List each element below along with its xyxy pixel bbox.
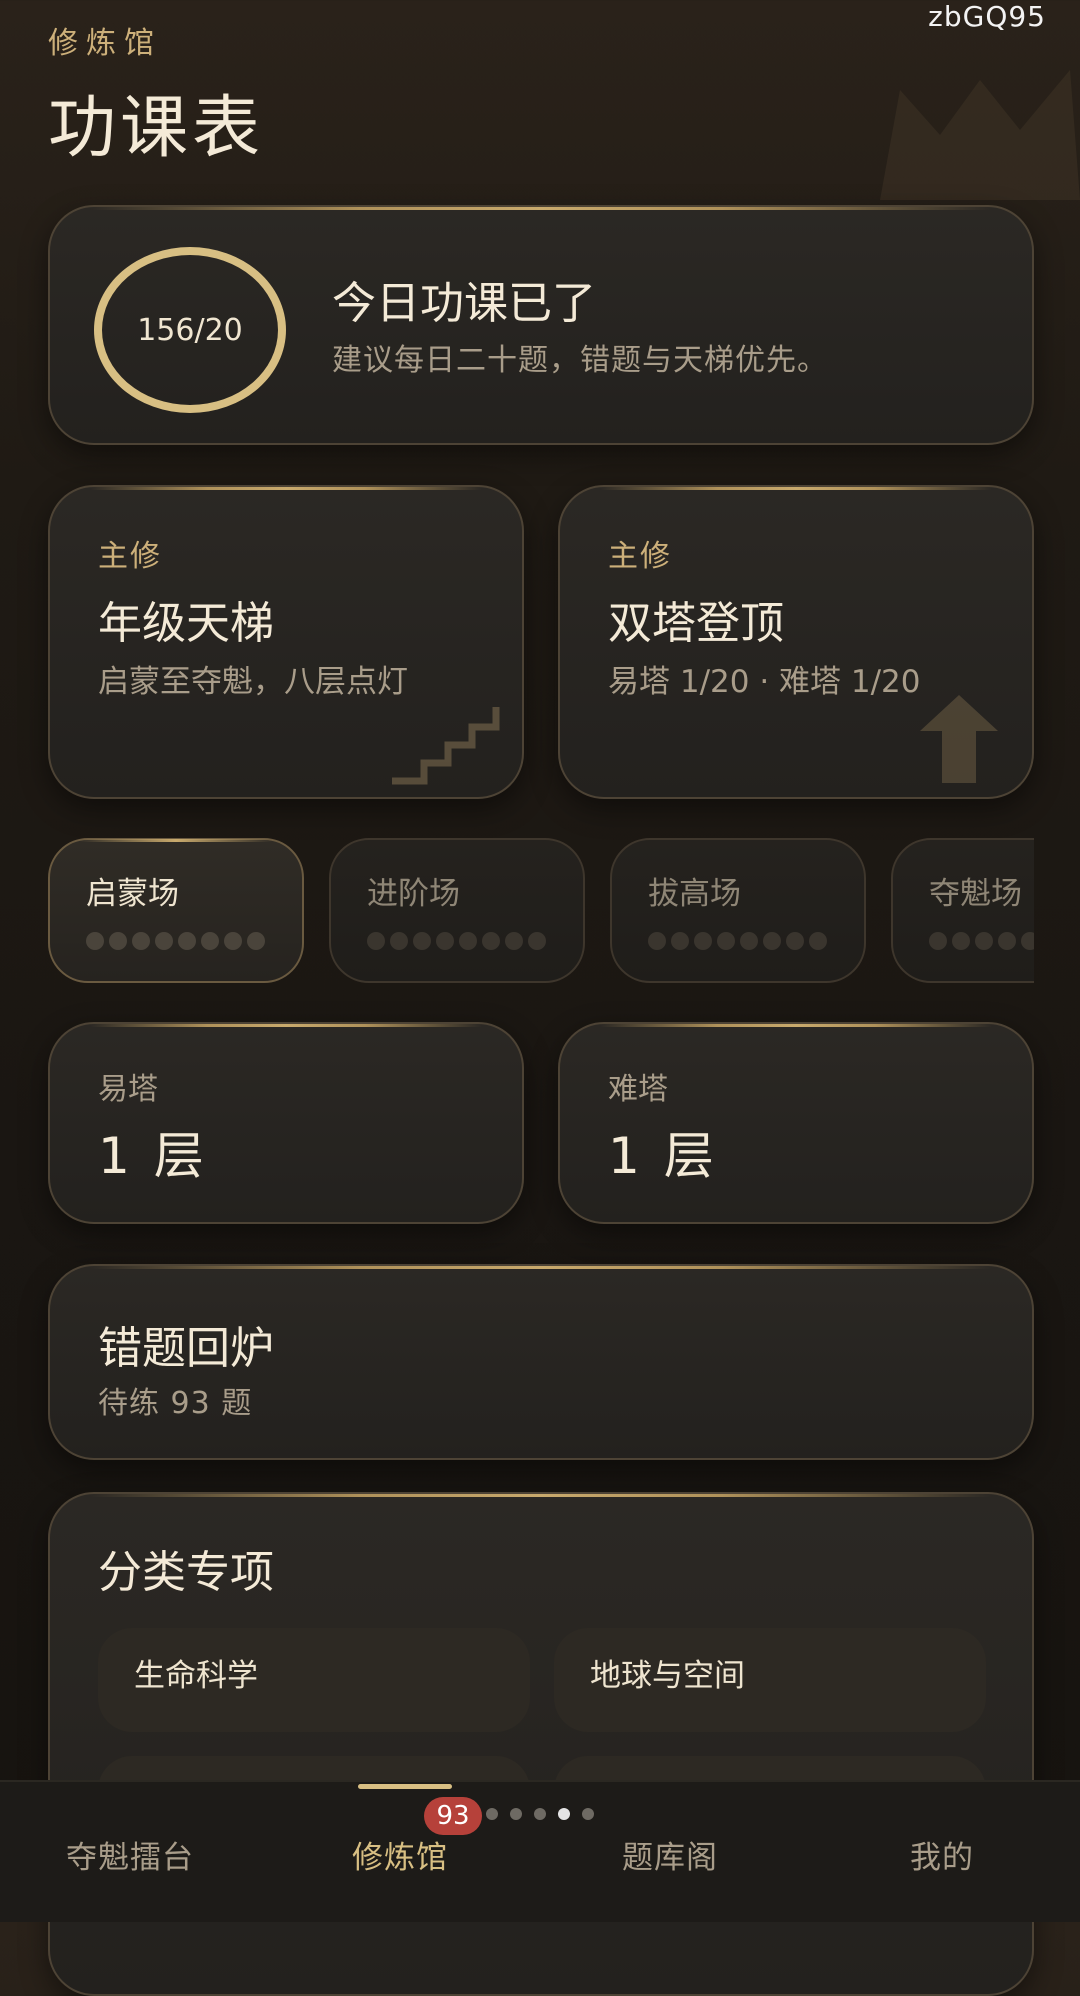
arena-selector: 启蒙场 进阶场 拔高场 夺魁场 bbox=[48, 838, 1034, 983]
mode-title: 双塔登顶 bbox=[608, 598, 784, 649]
arena-chip-qimeng[interactable]: 启蒙场 bbox=[48, 838, 304, 983]
nav-item-question-bank[interactable]: 题库阁 bbox=[622, 1832, 718, 1877]
category-chip-life-science[interactable]: 生命科学 bbox=[98, 1628, 530, 1732]
arena-label: 进阶场 bbox=[367, 876, 460, 912]
category-chip-earth-space[interactable]: 地球与空间 bbox=[554, 1628, 986, 1732]
mode-tag: 主修 bbox=[98, 539, 162, 574]
progress-title: 今日功课已了 bbox=[332, 278, 596, 329]
notification-badge: 93 bbox=[424, 1797, 482, 1835]
tower-floor-value: 1 层 bbox=[98, 1127, 208, 1185]
progress-ring: 156/20 bbox=[94, 247, 286, 413]
watermark-text: zbGQ95 bbox=[928, 0, 1046, 33]
twin-tower-card[interactable]: 主修 双塔登顶 易塔 1/20 · 难塔 1/20 bbox=[558, 485, 1034, 799]
review-subtitle: 待练 93 题 bbox=[98, 1386, 253, 1421]
category-title: 分类专项 bbox=[98, 1547, 274, 1598]
grade-ladder-card[interactable]: 主修 年级天梯 启蒙至夺魁，八层点灯 bbox=[48, 485, 524, 799]
easy-tower-card[interactable]: 易塔 1 层 bbox=[48, 1022, 524, 1224]
daily-progress-card[interactable]: 156/20 今日功课已了 建议每日二十题，错题与天梯优先。 bbox=[48, 205, 1034, 445]
tower-label: 易塔 bbox=[98, 1072, 158, 1107]
mode-tag: 主修 bbox=[608, 539, 672, 574]
nav-active-indicator bbox=[358, 1784, 452, 1789]
arena-progress-dots bbox=[86, 932, 265, 950]
page-indicator-dots bbox=[486, 1808, 594, 1820]
arena-progress-dots bbox=[929, 932, 1034, 950]
tower-label: 难塔 bbox=[608, 1072, 668, 1107]
arena-chip-duokui[interactable]: 夺魁场 bbox=[891, 838, 1034, 983]
wrong-question-review-card[interactable]: 错题回炉 待练 93 题 bbox=[48, 1264, 1034, 1460]
nav-item-training-hall[interactable]: 修炼馆 bbox=[352, 1832, 448, 1877]
mode-title: 年级天梯 bbox=[98, 598, 274, 649]
up-arrow-icon bbox=[920, 695, 998, 783]
progress-count: 156/20 bbox=[137, 312, 243, 348]
arena-chip-bagao[interactable]: 拔高场 bbox=[610, 838, 866, 983]
stairs-icon bbox=[392, 707, 500, 785]
bottom-nav: 93 夺魁擂台 修炼馆 题库阁 我的 bbox=[0, 1780, 1080, 1922]
category-label: 生命科学 bbox=[134, 1658, 258, 1694]
page-title: 功课表 bbox=[48, 89, 265, 168]
hard-tower-card[interactable]: 难塔 1 层 bbox=[558, 1022, 1034, 1224]
category-label: 地球与空间 bbox=[590, 1658, 745, 1694]
arena-chip-jinjie[interactable]: 进阶场 bbox=[329, 838, 585, 983]
nav-item-arena[interactable]: 夺魁擂台 bbox=[66, 1832, 194, 1877]
arena-label: 拔高场 bbox=[648, 876, 741, 912]
nav-item-profile[interactable]: 我的 bbox=[910, 1832, 974, 1877]
progress-subtitle: 建议每日二十题，错题与天梯优先。 bbox=[332, 343, 828, 378]
arena-progress-dots bbox=[648, 932, 827, 950]
crown-decoration-icon bbox=[880, 70, 1080, 200]
arena-label: 夺魁场 bbox=[929, 876, 1022, 912]
tower-floor-value: 1 层 bbox=[608, 1127, 718, 1185]
section-tag: 修炼馆 bbox=[48, 26, 162, 61]
arena-progress-dots bbox=[367, 932, 546, 950]
arena-label: 启蒙场 bbox=[86, 876, 179, 912]
review-title: 错题回炉 bbox=[98, 1323, 274, 1374]
